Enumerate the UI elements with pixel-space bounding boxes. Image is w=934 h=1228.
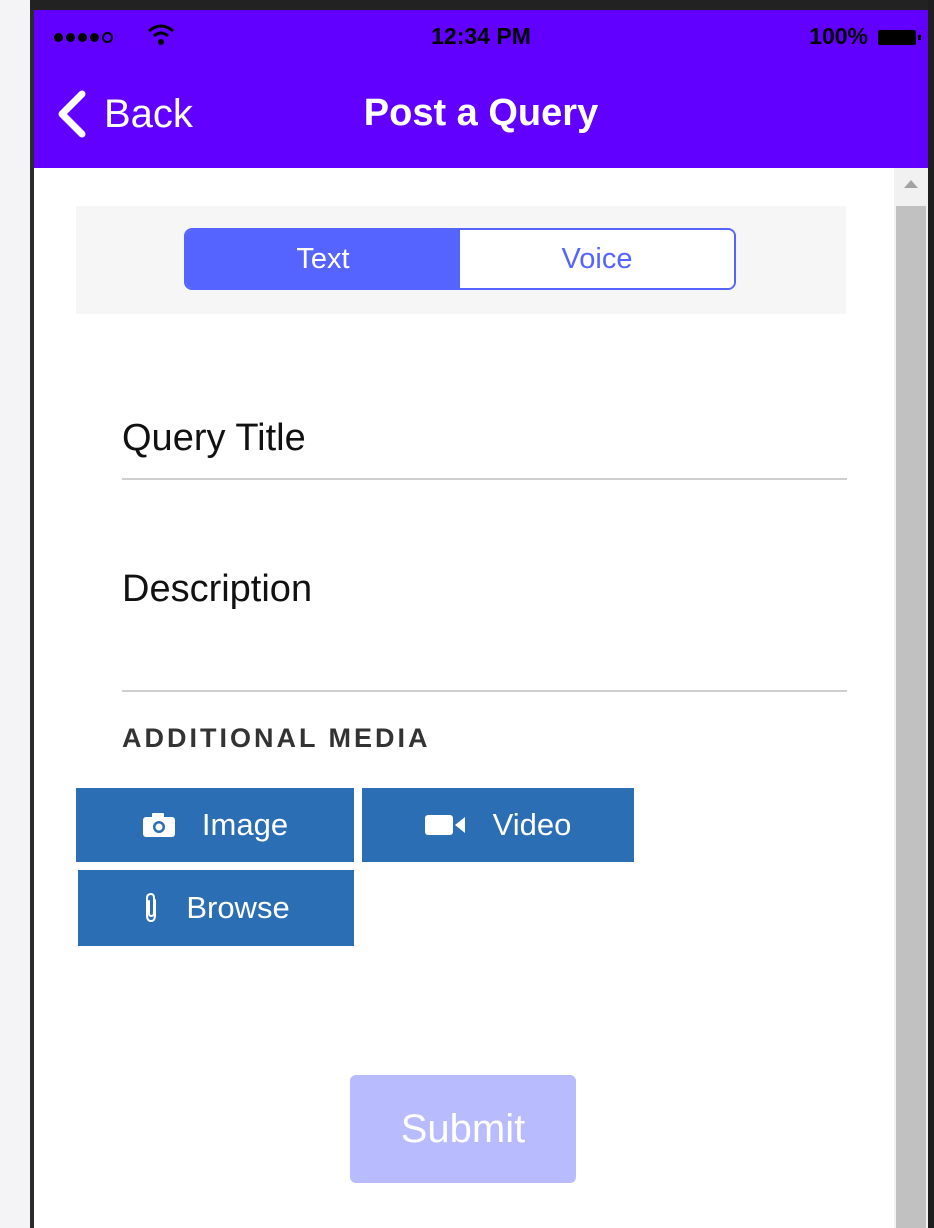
navigation-bar: 12:34 PM 100% Back Post a Query <box>34 10 928 168</box>
browse-files-label: Browse <box>186 890 290 925</box>
add-video-button[interactable]: Video <box>362 788 634 862</box>
query-title-field <box>122 408 847 480</box>
mode-selector-panel: Text Voice <box>76 206 846 314</box>
battery-icon <box>878 30 921 45</box>
device-bezel-left <box>0 0 34 1228</box>
add-image-label: Image <box>201 807 289 842</box>
main-content: Text Voice ADDITIONAL MEDIA Image <box>34 168 894 1228</box>
video-camera-icon <box>424 813 467 837</box>
query-title-input[interactable] <box>122 408 847 468</box>
browse-files-button[interactable]: Browse <box>78 870 354 946</box>
battery-percentage: 100% <box>809 23 868 49</box>
mode-segmented-control: Text Voice <box>184 228 736 290</box>
scroll-up-arrow-icon[interactable] <box>904 180 918 188</box>
paperclip-icon <box>142 892 160 924</box>
segment-text[interactable]: Text <box>186 230 460 288</box>
scrollbar[interactable] <box>894 168 928 1228</box>
segment-voice[interactable]: Voice <box>460 230 734 288</box>
description-field <box>122 568 847 692</box>
camera-icon <box>142 812 176 838</box>
description-input[interactable] <box>122 568 847 668</box>
page-title: Post a Query <box>363 92 599 134</box>
device-bezel-top <box>30 0 934 10</box>
additional-media-heading: ADDITIONAL MEDIA <box>122 723 431 753</box>
status-bar: 12:34 PM 100% <box>34 10 928 60</box>
device-bezel-right <box>928 0 934 1228</box>
add-video-label: Video <box>492 807 572 842</box>
status-time: 12:34 PM <box>431 23 531 49</box>
submit-button[interactable]: Submit <box>350 1075 576 1183</box>
nav-row: Back Post a Query <box>34 70 928 158</box>
phone-screen: 12:34 PM 100% Back Post a Query Text Voi… <box>0 0 934 1228</box>
add-image-button[interactable]: Image <box>76 788 354 862</box>
scrollbar-thumb[interactable] <box>896 206 926 1228</box>
